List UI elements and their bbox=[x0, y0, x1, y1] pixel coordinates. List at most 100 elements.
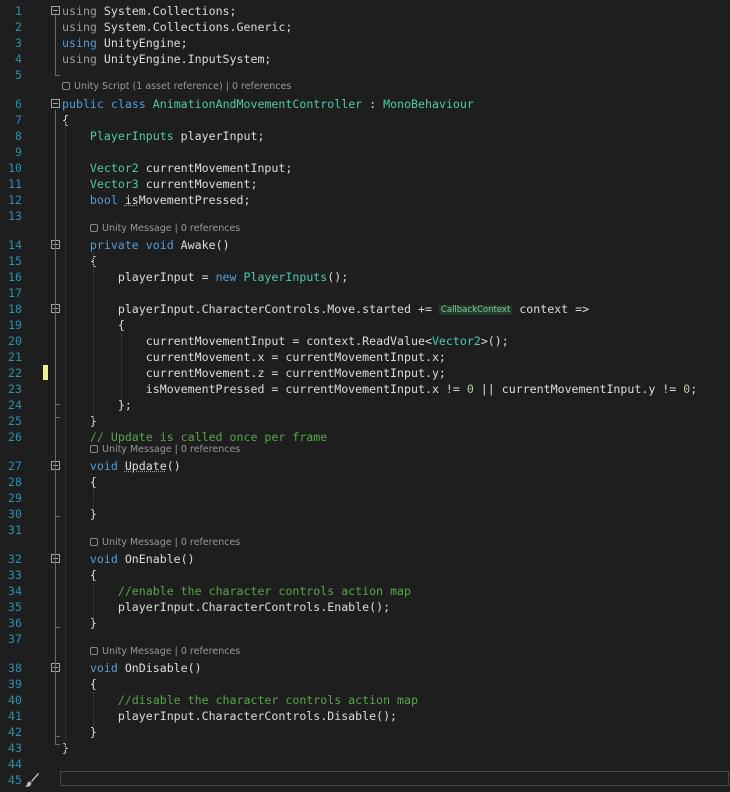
codelens-references[interactable]: Unity Script (1 asset reference) | 0 ref… bbox=[62, 80, 291, 94]
code-line[interactable]: 34 //enable the character controls actio… bbox=[0, 583, 730, 599]
code-token: }; bbox=[62, 398, 132, 412]
code-line[interactable]: 44 bbox=[0, 756, 730, 772]
code-line[interactable]: 12 bool isMovementPressed; bbox=[0, 192, 730, 208]
line-number: 17 bbox=[8, 286, 22, 300]
fold-region-line bbox=[55, 317, 56, 404]
line-number: 45 bbox=[8, 773, 22, 787]
code-token: PlayerInputs bbox=[243, 270, 328, 284]
code-token: currentMovementInput = context.ReadValue… bbox=[62, 334, 432, 348]
code-token: UnityEngine; bbox=[96, 36, 188, 50]
line-number: 33 bbox=[8, 568, 22, 582]
fold-region-end bbox=[55, 516, 60, 517]
code-token: ; bbox=[690, 382, 698, 396]
collapse-icon[interactable] bbox=[51, 99, 60, 108]
line-number: 3 bbox=[15, 36, 22, 50]
line-number: 21 bbox=[8, 350, 22, 364]
code-text: currentMovementInput = context.ReadValue… bbox=[62, 333, 509, 349]
unity-icon bbox=[62, 82, 70, 90]
line-number: 41 bbox=[8, 709, 22, 723]
code-line[interactable]: 4 using UnityEngine.InputSystem; bbox=[0, 51, 730, 67]
line-number: 19 bbox=[8, 318, 22, 332]
code-line[interactable]: 28 { bbox=[0, 474, 730, 490]
code-line[interactable]: 22 currentMovement.z = currentMovementIn… bbox=[0, 365, 730, 381]
codelens-references[interactable]: Unity Message | 0 references bbox=[90, 443, 240, 457]
editor-bottom-bar[interactable] bbox=[60, 771, 729, 786]
line-number: 38 bbox=[8, 661, 22, 675]
code-line[interactable]: 14 private void Awake() bbox=[0, 237, 730, 253]
code-token: isMovementPressed = currentMovementInput… bbox=[62, 382, 467, 396]
code-line[interactable]: 6 public class AnimationAndMovementContro… bbox=[0, 96, 730, 112]
code-line[interactable]: 30 } bbox=[0, 506, 730, 522]
code-token: 0 bbox=[466, 382, 474, 396]
fold-region-line bbox=[55, 676, 56, 736]
code-line[interactable]: 2 using System.Collections.Generic; bbox=[0, 19, 730, 35]
line-number: 22 bbox=[8, 366, 22, 380]
code-token: UnityEngine.InputSystem; bbox=[96, 52, 272, 66]
code-line[interactable]: 20 currentMovementInput = context.ReadVa… bbox=[0, 333, 730, 349]
code-line[interactable]: 33 { bbox=[0, 567, 730, 583]
code-line[interactable]: 16 playerInput = new PlayerInputs(); bbox=[0, 269, 730, 285]
code-line[interactable]: 11 Vector3 currentMovement; bbox=[0, 176, 730, 192]
code-token: () bbox=[166, 459, 181, 473]
code-line[interactable]: 36 } bbox=[0, 615, 730, 631]
code-line[interactable]: 39 { bbox=[0, 676, 730, 692]
codelens-references[interactable]: Unity Message | 0 references bbox=[90, 645, 240, 659]
code-line[interactable]: 38 void OnDisable() bbox=[0, 660, 730, 676]
code-line[interactable]: 27 void Update() bbox=[0, 458, 730, 474]
code-token: Update bbox=[124, 459, 167, 473]
code-token: currentMovement.x = currentMovementInput… bbox=[62, 350, 446, 364]
code-line[interactable]: 1 using System.Collections; bbox=[0, 3, 730, 19]
line-number: 35 bbox=[8, 600, 22, 614]
indent-guide bbox=[93, 490, 94, 510]
code-line[interactable]: 17 bbox=[0, 285, 730, 301]
code-token: playerInput.CharacterControls.Move.start… bbox=[62, 302, 439, 316]
code-line[interactable]: 19 { bbox=[0, 317, 730, 333]
fold-region-line bbox=[55, 110, 56, 744]
code-line[interactable]: 18 playerInput.CharacterControls.Move.st… bbox=[0, 301, 730, 317]
code-line[interactable]: 9 bbox=[0, 144, 730, 160]
code-line[interactable]: 24 }; bbox=[0, 397, 730, 413]
code-text: } bbox=[62, 615, 97, 631]
paintbrush-icon[interactable] bbox=[24, 772, 40, 788]
code-token: using bbox=[62, 4, 97, 18]
code-line[interactable]: 29 bbox=[0, 490, 730, 506]
code-line[interactable]: 41 playerInput.CharacterControls.Disable… bbox=[0, 708, 730, 724]
code-line[interactable]: 40 //disable the character controls acti… bbox=[0, 692, 730, 708]
code-line[interactable]: 21 currentMovement.x = currentMovementIn… bbox=[0, 349, 730, 365]
code-token: System.Collections.Generic; bbox=[96, 20, 293, 34]
code-text: using System.Collections.Generic; bbox=[62, 19, 292, 35]
code-line[interactable]: 8 PlayerInputs playerInput; bbox=[0, 128, 730, 144]
code-line[interactable]: 10 Vector2 currentMovementInput; bbox=[0, 160, 730, 176]
code-line[interactable]: 7{ bbox=[0, 112, 730, 128]
codelens-references[interactable]: Unity Message | 0 references bbox=[90, 536, 240, 550]
code-line[interactable]: 23 isMovementPressed = currentMovementIn… bbox=[0, 381, 730, 397]
code-line[interactable]: 25 } bbox=[0, 413, 730, 429]
code-line[interactable]: 35 playerInput.CharacterControls.Enable(… bbox=[0, 599, 730, 615]
code-token: void bbox=[89, 661, 118, 675]
line-number: 31 bbox=[8, 523, 22, 537]
code-token: using bbox=[62, 36, 97, 50]
code-line[interactable]: 42 } bbox=[0, 724, 730, 740]
code-line[interactable]: 43} bbox=[0, 740, 730, 756]
code-line[interactable]: 32 void OnEnable() bbox=[0, 551, 730, 567]
code-token: OnDisable() bbox=[117, 661, 202, 675]
code-token: //disable the character controls action … bbox=[117, 693, 418, 707]
code-line[interactable]: 3 using UnityEngine; bbox=[0, 35, 730, 51]
code-editor[interactable]: 1 using System.Collections; 2 using System.… bbox=[0, 0, 730, 792]
code-line[interactable]: 15 { bbox=[0, 253, 730, 269]
codelens-references[interactable]: Unity Message | 0 references bbox=[90, 222, 240, 236]
code-text: isMovementPressed = currentMovementInput… bbox=[62, 381, 697, 397]
code-text: currentMovement.z = currentMovementInput… bbox=[62, 365, 446, 381]
unity-icon bbox=[90, 538, 98, 546]
line-number: 42 bbox=[8, 725, 22, 739]
code-text: playerInput.CharacterControls.Enable(); bbox=[62, 599, 390, 615]
line-number: 18 bbox=[8, 302, 22, 316]
line-number: 13 bbox=[8, 209, 22, 223]
fold-region-end bbox=[55, 404, 60, 405]
line-number: 24 bbox=[8, 398, 22, 412]
